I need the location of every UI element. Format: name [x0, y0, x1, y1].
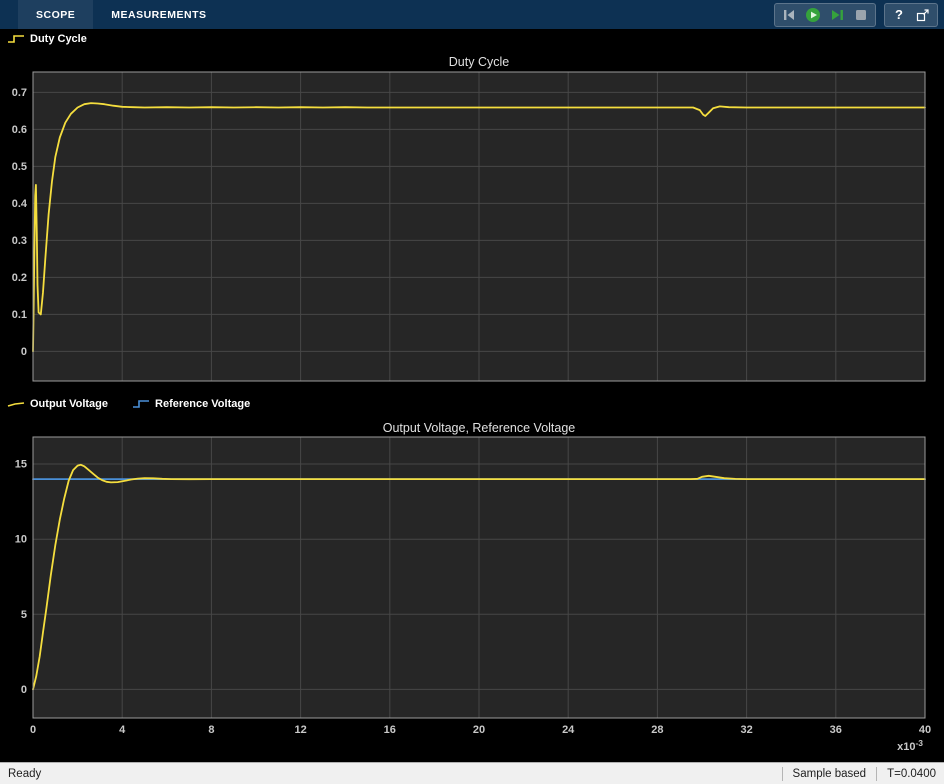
- x-tick-label: 16: [384, 724, 396, 736]
- status-bar: Ready Sample based T=0.0400: [0, 762, 944, 784]
- status-ready: Ready: [8, 768, 41, 780]
- legend-label-output-voltage: Output Voltage: [30, 398, 108, 410]
- x-tick-label: 24: [562, 724, 575, 736]
- y-tick-label: 0.5: [12, 161, 27, 173]
- x-tick-label: 36: [830, 724, 842, 736]
- y-tick-label: 0.7: [12, 87, 27, 99]
- step-back-icon: [781, 7, 797, 23]
- status-divider: [876, 767, 877, 781]
- status-sample-mode: Sample based: [793, 768, 867, 780]
- x-scale-label: x10-3: [897, 738, 923, 753]
- plot-title: Output Voltage, Reference Voltage: [383, 421, 576, 435]
- toolstrip: SCOPE MEASUREMENTS: [0, 0, 944, 29]
- x-tick-label: 20: [473, 724, 485, 736]
- run-icon: [805, 7, 821, 23]
- help-button[interactable]: ?: [888, 5, 910, 25]
- y-tick-label: 5: [21, 609, 27, 621]
- voltage-chart[interactable]: 0 5 10 15 0 4 8 12 16 20 24 28 32 36 40 x10-3 Output Vol…: [0, 414, 944, 762]
- y-tick-label: 0: [21, 346, 27, 358]
- toolstrip-actions: ?: [774, 3, 938, 27]
- y-tick-label: 0: [21, 684, 27, 696]
- x-tick-label: 40: [919, 724, 931, 736]
- y-tick-label: 0.4: [12, 198, 28, 210]
- x-tick-label: 12: [294, 724, 306, 736]
- stop-icon: [853, 7, 869, 23]
- legend-bar-duty-cycle: Duty Cycle: [0, 29, 944, 49]
- output-voltage-line-glyph-icon: [7, 399, 25, 409]
- duty-cycle-chart[interactable]: 0 0.1 0.2 0.3 0.4 0.5 0.6 0.7 Duty Cycle: [0, 49, 944, 394]
- legend-bar-voltages: Output Voltage Reference Voltage: [0, 394, 944, 414]
- step-forward-button[interactable]: [826, 5, 848, 25]
- run-button[interactable]: [802, 5, 824, 25]
- y-tick-label: 0.6: [12, 124, 27, 136]
- tab-measurements[interactable]: MEASUREMENTS: [93, 0, 224, 29]
- voltage-plot[interactable]: 0 5 10 15 0 4 8 12 16 20 24 28 32 36 40 x10-3 Output Vol…: [0, 414, 944, 762]
- x-tick-label: 4: [119, 724, 126, 736]
- dock-icon: [915, 7, 931, 23]
- step-back-button[interactable]: [778, 5, 800, 25]
- help-group: ?: [884, 3, 938, 27]
- y-tick-label: 0.3: [12, 235, 27, 247]
- y-tick-label: 15: [15, 459, 27, 471]
- legend-label-duty-cycle: Duty Cycle: [30, 33, 87, 45]
- toolstrip-tabs: SCOPE MEASUREMENTS: [18, 0, 225, 29]
- legend-item-output-voltage[interactable]: Output Voltage: [7, 398, 108, 410]
- status-divider: [782, 767, 783, 781]
- plot-title: Duty Cycle: [449, 55, 509, 69]
- y-tick-label: 0.1: [12, 309, 27, 321]
- stop-button[interactable]: [850, 5, 872, 25]
- help-icon: ?: [895, 7, 903, 22]
- x-tick-label: 8: [208, 724, 214, 736]
- reference-voltage-step-glyph-icon: [132, 399, 150, 409]
- x-tick-label: 28: [651, 724, 663, 736]
- y-tick-label: 10: [15, 534, 27, 546]
- x-tick-label: 32: [740, 724, 752, 736]
- duty-cycle-step-glyph-icon: [7, 34, 25, 44]
- scope-window: SCOPE MEASUREMENTS: [0, 0, 944, 784]
- y-tick-label: 0.2: [12, 272, 27, 284]
- dock-button[interactable]: [912, 5, 934, 25]
- step-forward-icon: [829, 7, 845, 23]
- x-tick-label: 0: [30, 724, 36, 736]
- simulate-group: [774, 3, 876, 27]
- tab-scope[interactable]: SCOPE: [18, 0, 93, 29]
- status-sim-time: T=0.0400: [887, 768, 936, 780]
- duty-cycle-plot[interactable]: 0 0.1 0.2 0.3 0.4 0.5 0.6 0.7 Duty Cycle: [0, 49, 944, 394]
- status-right: Sample based T=0.0400: [782, 767, 936, 781]
- legend-label-reference-voltage: Reference Voltage: [155, 398, 250, 410]
- legend-item-reference-voltage[interactable]: Reference Voltage: [132, 398, 250, 410]
- legend-item-duty-cycle[interactable]: Duty Cycle: [7, 33, 87, 45]
